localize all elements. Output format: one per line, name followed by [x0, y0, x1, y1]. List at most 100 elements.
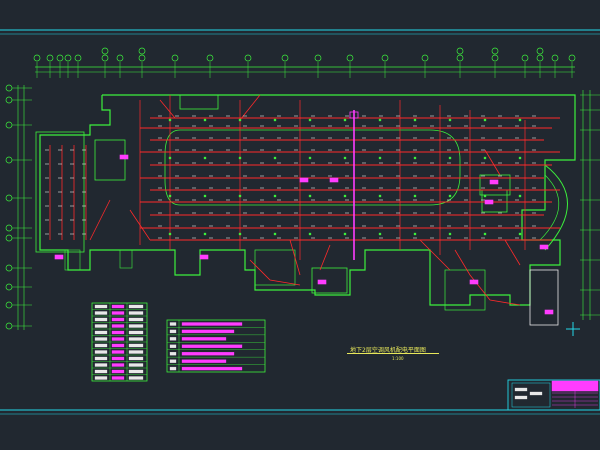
- legend-table-left-mark: [111, 330, 125, 335]
- legend-table-left-symbol: [94, 311, 108, 315]
- room-bottom-right: [529, 269, 559, 326]
- axis-bubble-left: [5, 224, 13, 232]
- column-marker: [203, 194, 207, 198]
- axis-bubble-top: [536, 54, 544, 62]
- column-marker: [273, 232, 277, 236]
- axis-bubble-left: [5, 283, 13, 291]
- column-marker: [168, 194, 172, 198]
- legend-table-left-mark: [111, 324, 125, 328]
- legend-table-left-mark: [111, 369, 125, 374]
- axis-bubble-left: [5, 194, 13, 202]
- room-bottom-5: [119, 249, 133, 269]
- column-marker: [238, 194, 242, 198]
- column-marker: [273, 194, 277, 198]
- notes-table-text: [181, 366, 243, 371]
- title-block-text: [514, 395, 528, 400]
- notes-table-index: [169, 344, 177, 348]
- column-marker: [238, 156, 242, 160]
- legend-table-left-text: [128, 363, 144, 367]
- axis-bubble-left: [5, 121, 13, 129]
- distribution-box-label: [484, 199, 494, 205]
- axis-bubble-left: [5, 322, 13, 330]
- notes-table-index: [169, 329, 177, 334]
- axis-bubble-top: [551, 54, 559, 62]
- axis-bubble-left: [5, 84, 13, 92]
- axis-bubble-top: [381, 54, 389, 62]
- column-marker: [413, 156, 417, 160]
- legend-table-left-symbol: [94, 330, 108, 335]
- axis-bubble-top: [281, 54, 289, 62]
- notes-table-index: [169, 352, 177, 356]
- axis-bubble-top: [56, 54, 64, 62]
- distribution-box-label: [119, 154, 129, 160]
- column-marker: [308, 156, 312, 160]
- column-marker: [168, 232, 172, 236]
- column-marker: [448, 232, 452, 236]
- distribution-box-label: [317, 279, 327, 285]
- parking-lane-loop: [164, 129, 461, 206]
- axis-bubble-left: [5, 301, 13, 309]
- distribution-box-label: [544, 309, 554, 315]
- legend-table-left-text: [128, 311, 144, 315]
- cad-drawing-viewport: 地下2层空调风机配电平面图 1:100: [0, 0, 600, 450]
- legend-table-left-symbol: [94, 369, 108, 374]
- axis-bubble-top: [521, 54, 529, 62]
- room-left-1: [94, 139, 126, 181]
- legend-table-left-symbol: [94, 343, 108, 348]
- legend-table-left-text: [128, 376, 144, 380]
- notes-table-text: [181, 329, 235, 334]
- axis-bubble-left: [5, 264, 13, 272]
- axis-bubble-left: [5, 234, 13, 242]
- axis-bubble-top-upper: [536, 47, 544, 55]
- legend-table-left-text: [128, 369, 144, 374]
- column-marker: [483, 232, 487, 236]
- title-block-header: [551, 380, 599, 392]
- column-marker: [518, 232, 522, 236]
- legend-table-left-mark: [111, 343, 125, 348]
- column-marker: [378, 156, 382, 160]
- legend-table-left-symbol: [94, 304, 108, 309]
- column-marker: [273, 156, 277, 160]
- column-marker: [273, 118, 277, 122]
- cable-tray-branch: [319, 244, 331, 271]
- column-marker: [343, 156, 347, 160]
- column-marker: [238, 232, 242, 236]
- distribution-box-label: [329, 177, 339, 183]
- column-marker: [203, 156, 207, 160]
- axis-bubble-top: [101, 54, 109, 62]
- cable-tray-bottom-run-2: [249, 259, 301, 286]
- distribution-box-label: [489, 179, 499, 185]
- column-marker: [518, 118, 522, 122]
- column-marker: [413, 118, 417, 122]
- column-marker: [343, 194, 347, 198]
- legend-table-left-text: [128, 350, 144, 354]
- legend-table-left-symbol: [94, 356, 108, 361]
- notes-table-index: [169, 322, 177, 326]
- cable-tray-branch: [89, 199, 111, 241]
- column-marker: [168, 118, 172, 122]
- notes-table-index: [169, 366, 177, 371]
- column-marker: [308, 118, 312, 122]
- axis-bubble-top: [244, 54, 252, 62]
- cable-tray-branch: [419, 239, 451, 271]
- legend-table-left-mark: [111, 363, 125, 367]
- legend-table-left-mark: [111, 311, 125, 315]
- distribution-box-label: [199, 254, 209, 260]
- ramp-curve-inner: [539, 174, 560, 241]
- axis-bubble-top: [568, 54, 576, 62]
- notes-table-text: [181, 344, 243, 348]
- legend-table-left-mark: [111, 304, 125, 309]
- drawing-scale: 1:100: [392, 356, 404, 361]
- cable-tray-branch: [484, 149, 501, 176]
- column-marker: [413, 232, 417, 236]
- legend-table-left-symbol: [94, 350, 108, 354]
- cable-tray-branch: [159, 99, 176, 119]
- axis-bubble-top: [74, 54, 82, 62]
- column-marker: [168, 156, 172, 160]
- legend-table-left-text: [128, 356, 144, 361]
- legend-table-left-mark: [111, 337, 125, 341]
- axis-bubble-top-upper: [456, 47, 464, 55]
- axis-bubble-top: [346, 54, 354, 62]
- ramp-curve-outer: [544, 164, 568, 251]
- distribution-box-label: [539, 244, 549, 250]
